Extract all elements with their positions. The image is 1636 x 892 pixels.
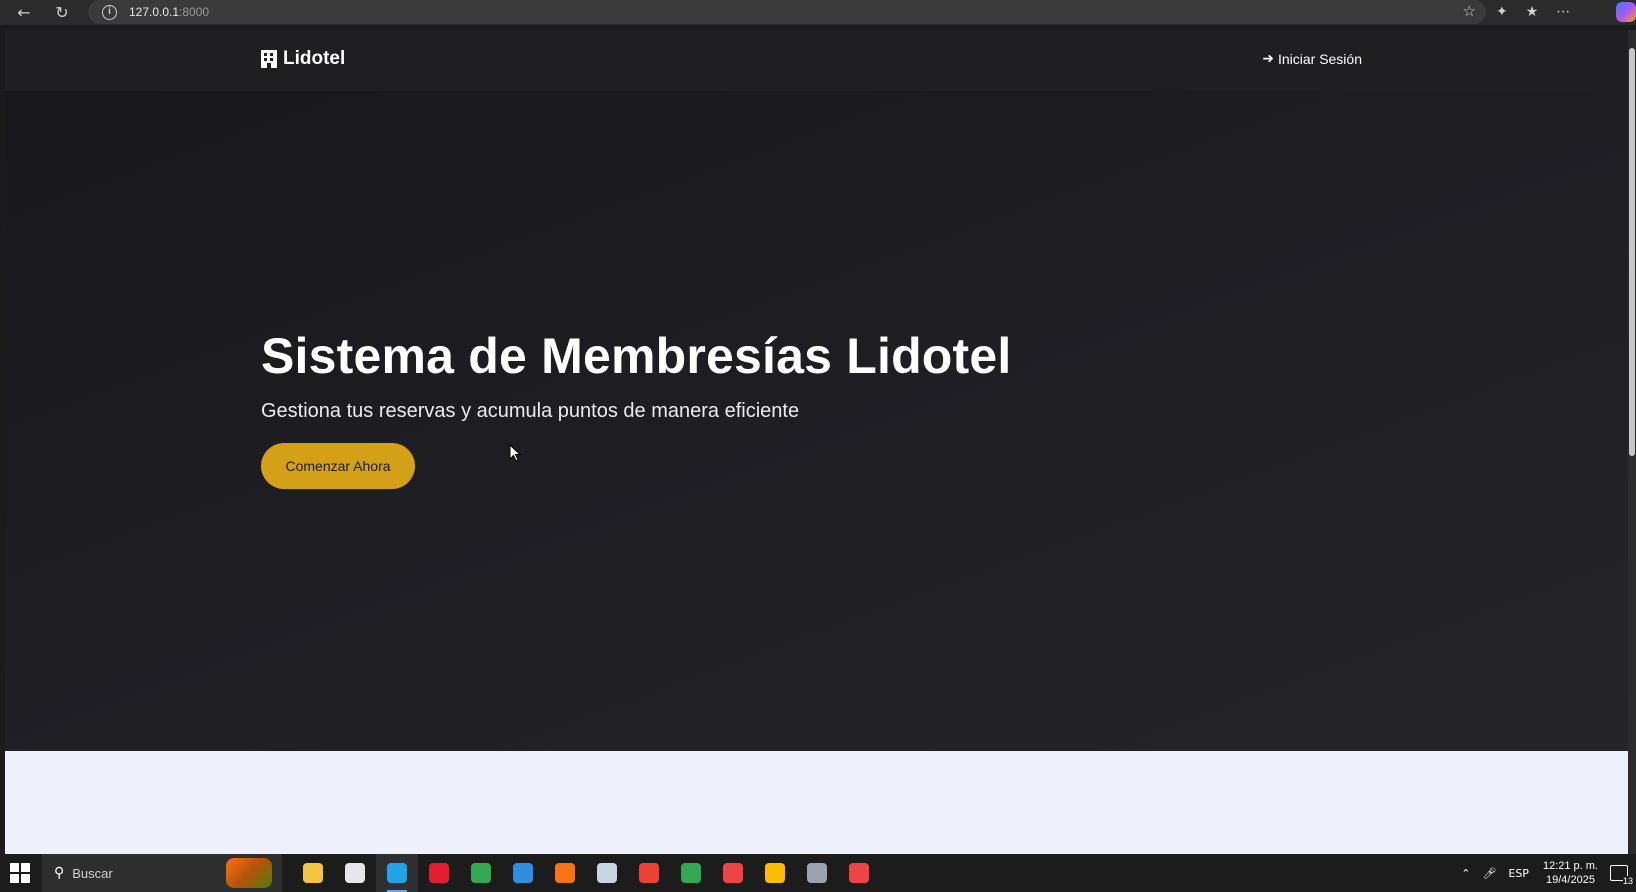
clock[interactable]: 12:21 p. m. 19/4/2025	[1543, 859, 1598, 887]
notification-count: 13	[1622, 876, 1633, 886]
browser-actions: ✦ ★ ⋯	[1496, 0, 1570, 24]
edge-glyph	[387, 863, 407, 883]
clock-time: 12:21 p. m.	[1542, 860, 1598, 872]
chrome-profile-1-icon[interactable]	[628, 854, 670, 892]
browser-toolbar: ← ↻ i 127.0.0.1:8000 ☆ ✦ ★ ⋯	[0, 0, 1636, 25]
app-cloud-glyph	[597, 863, 617, 883]
chrome-profile-3-glyph	[765, 863, 785, 883]
copilot-icon[interactable]	[1616, 2, 1636, 22]
chrome-profile-3-icon[interactable]	[754, 854, 796, 892]
search-icon: ⚲	[54, 865, 65, 881]
more-options-icon[interactable]: ⋯	[1556, 4, 1570, 20]
address-bar[interactable]: i 127.0.0.1:8000 ☆	[88, 0, 1486, 24]
building-icon	[261, 50, 277, 68]
vscode-glyph	[513, 863, 533, 883]
microsoft-store-icon[interactable]	[334, 854, 376, 892]
language-indicator[interactable]: ESP	[1508, 867, 1529, 880]
file-explorer-icon[interactable]	[292, 854, 334, 892]
search-highlight-image	[226, 858, 272, 888]
windows-taskbar: ⚲ Buscar ⌃ 🎤︎ ESP 12:21 p. m. 19/4/2025 …	[0, 854, 1636, 892]
microsoft-store-glyph	[345, 863, 365, 883]
microphone-icon[interactable]: 🎤︎	[1482, 867, 1496, 880]
login-label: Iniciar Sesión	[1277, 51, 1362, 67]
system-tray: ⌃ 🎤︎ ESP 12:21 p. m. 19/4/2025 13	[1449, 854, 1633, 892]
app-clock-glyph	[849, 863, 869, 883]
chrome-profile-1-glyph	[639, 863, 659, 883]
url-port: :8000	[179, 5, 210, 19]
url-host: 127.0.0.1	[129, 5, 180, 19]
app-red-glyph	[723, 863, 743, 883]
get-started-button[interactable]: Comenzar Ahora	[261, 443, 415, 489]
login-link[interactable]: ➜ Iniciar Sesión	[1262, 51, 1362, 67]
opera-icon[interactable]	[418, 854, 460, 892]
notification-icon[interactable]: 13	[1610, 865, 1633, 886]
taskbar-apps	[292, 854, 880, 892]
windows-start-icon[interactable]	[10, 863, 30, 883]
back-arrow-icon[interactable]: ←	[12, 0, 36, 24]
hero-title: Sistema de Membresías Lidotel	[261, 328, 1012, 384]
extensions-icon[interactable]: ✦	[1496, 4, 1508, 20]
collections-icon[interactable]: ★	[1526, 4, 1539, 20]
app-terminal-icon[interactable]	[796, 854, 838, 892]
edge-icon[interactable]	[376, 854, 418, 892]
opera-glyph	[429, 863, 449, 883]
app-red-icon[interactable]	[712, 854, 754, 892]
brand-link[interactable]: Lidotel	[261, 48, 345, 70]
app-lightning-icon[interactable]	[544, 854, 586, 892]
chrome-profile-2-glyph	[681, 863, 701, 883]
app-terminal-glyph	[807, 863, 827, 883]
app-clock-icon[interactable]	[838, 854, 880, 892]
favorite-star-icon[interactable]: ☆	[1463, 2, 1476, 20]
sign-in-icon: ➜	[1262, 51, 1274, 67]
scrollbar-thumb[interactable]	[1629, 48, 1635, 456]
chrome-profile-2-icon[interactable]	[670, 854, 712, 892]
brand-name: Lidotel	[283, 48, 346, 69]
hero-section: Sistema de Membresías Lidotel Gestiona t…	[5, 91, 1628, 751]
app-cloud-icon[interactable]	[586, 854, 628, 892]
hero-subtitle: Gestiona tus reservas y acumula puntos d…	[261, 400, 800, 422]
clock-date: 19/4/2025	[1546, 874, 1595, 886]
vscode-icon[interactable]	[502, 854, 544, 892]
file-explorer-glyph	[303, 863, 323, 883]
info-icon[interactable]: i	[102, 4, 117, 20]
site-navbar: Lidotel ➜ Iniciar Sesión	[5, 30, 1628, 91]
page-viewport: Lidotel ➜ Iniciar Sesión Sistema de Memb…	[5, 30, 1628, 854]
chevron-up-icon[interactable]: ⌃	[1461, 867, 1470, 880]
chrome-icon[interactable]	[460, 854, 502, 892]
search-placeholder: Buscar	[72, 865, 113, 881]
reload-icon[interactable]: ↻	[50, 0, 74, 24]
chrome-glyph	[471, 863, 491, 883]
app-lightning-glyph	[555, 863, 575, 883]
page-scrollbar[interactable]	[1628, 30, 1636, 854]
content-section	[5, 751, 1628, 854]
taskbar-search[interactable]: ⚲ Buscar	[42, 854, 282, 892]
